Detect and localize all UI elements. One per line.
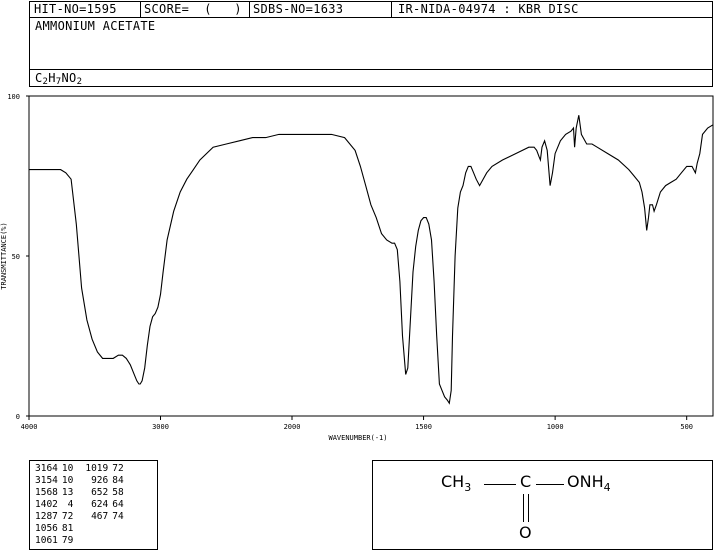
methyl-group: CH3: [441, 472, 471, 494]
peak-wavenumber: 467: [91, 511, 109, 522]
divider: [391, 2, 392, 17]
molecular-formula: C2H7NO2: [35, 71, 82, 87]
peak-transmittance: 13: [61, 487, 74, 498]
peak-wavenumber: 926: [91, 475, 109, 486]
formula-part: C: [35, 71, 43, 85]
peak-wavenumber: 1568: [35, 487, 58, 498]
bond: [536, 484, 564, 485]
carbonyl-oxygen: O: [519, 523, 532, 542]
ammonium-oxide-group: ONH4: [567, 472, 611, 494]
compound-name-box: AMMONIUM ACETATE: [29, 17, 713, 70]
formula-part: NO: [61, 71, 77, 85]
peak-row: 1061 79: [33, 535, 126, 547]
peak-row: 1287 72 467 74: [33, 511, 126, 523]
peak-transmittance: 72: [61, 511, 74, 522]
x-tick-label: 2000: [284, 423, 301, 431]
x-tick-label: 3000: [152, 423, 169, 431]
bond: [484, 484, 516, 485]
y-tick-label: 0: [16, 413, 20, 421]
peak-row: 3164 10 1019 72: [33, 463, 126, 475]
score: SCORE= ( ): [144, 2, 242, 16]
peak-transmittance: 4: [67, 499, 74, 510]
double-bond-line: [528, 494, 529, 522]
structure-subscript: 4: [603, 481, 611, 495]
peak-table: 3164 10 1019 72 3154 10 926 84 1568 13 652 58 1402 4 6…: [29, 460, 158, 550]
carbonyl-carbon: C: [520, 472, 532, 491]
structure-text: CH: [441, 472, 465, 491]
peak-transmittance: [110, 535, 125, 547]
structure-box: CH3 C ONH4 O: [372, 460, 713, 550]
peak-wavenumber: 1402: [35, 499, 58, 510]
peak-table-grid: 3164 10 1019 72 3154 10 926 84 1568 13 652 58 1402 4 6…: [33, 463, 126, 547]
peak-transmittance: 79: [61, 535, 74, 546]
peak-row: 1402 4 624 64: [33, 499, 126, 511]
peak-wavenumber: 624: [91, 499, 109, 510]
peak-transmittance: 10: [61, 463, 74, 474]
peak-transmittance: 74: [112, 511, 124, 522]
x-tick-label: 4000: [21, 423, 38, 431]
y-tick-label: 100: [7, 93, 20, 101]
peak-row: 1568 13 652 58: [33, 487, 126, 499]
formula-part: H: [48, 71, 56, 85]
header-bar: HIT-NO=1595 SCORE= ( ) SDBS-NO=1633 IR-N…: [29, 1, 713, 18]
structure-subscript: 3: [464, 481, 472, 495]
peak-transmittance: 84: [112, 475, 124, 486]
peak-wavenumber: [75, 523, 110, 535]
peak-wavenumber: 1019: [85, 463, 109, 474]
structure-text: ONH: [567, 472, 604, 491]
peak-transmittance: [110, 523, 125, 535]
x-tick-label: 1000: [547, 423, 564, 431]
peak-wavenumber: 1056: [35, 523, 58, 534]
double-bond-line: [523, 494, 524, 522]
sdbs-number: SDBS-NO=1633: [253, 2, 344, 16]
peak-wavenumber: 652: [91, 487, 109, 498]
y-tick-label: 50: [12, 253, 20, 261]
ir-code: IR-NIDA-04974 : KBR DISC: [398, 2, 579, 16]
x-axis-label: WAVENUMBER(-1): [328, 434, 387, 442]
x-tick-label: 500: [680, 423, 693, 431]
spectrum-line: [29, 115, 714, 405]
peak-transmittance: 81: [61, 523, 74, 534]
formula-part: 2: [76, 77, 83, 87]
peak-transmittance: 10: [61, 475, 74, 486]
peak-transmittance: 58: [112, 487, 124, 498]
compound-name: AMMONIUM ACETATE: [35, 19, 156, 33]
hit-number: HIT-NO=1595: [34, 2, 117, 16]
x-tick-label: 1500: [415, 423, 432, 431]
ir-spectrum-chart: 4000 3000 2000 1500 1000 500 0 50 100 WAVENUMBE…: [0, 93, 714, 442]
y-axis-ticks: 0 50 100: [7, 93, 29, 421]
formula-box: C2H7NO2: [29, 69, 713, 87]
peak-row: 3154 10 926 84: [33, 475, 126, 487]
peak-wavenumber: 1061: [35, 535, 58, 546]
peak-transmittance: 72: [112, 463, 124, 474]
y-axis-label: TRANSMITTANCE(%): [0, 222, 8, 289]
peak-row: 1056 81: [33, 523, 126, 535]
peak-wavenumber: 3154: [35, 475, 58, 486]
x-axis-ticks: 4000 3000 2000 1500 1000 500: [21, 416, 693, 431]
peak-wavenumber: 3164: [35, 463, 58, 474]
peak-wavenumber: 1287: [35, 511, 58, 522]
peak-wavenumber: [75, 535, 110, 547]
peak-transmittance: 64: [112, 499, 124, 510]
